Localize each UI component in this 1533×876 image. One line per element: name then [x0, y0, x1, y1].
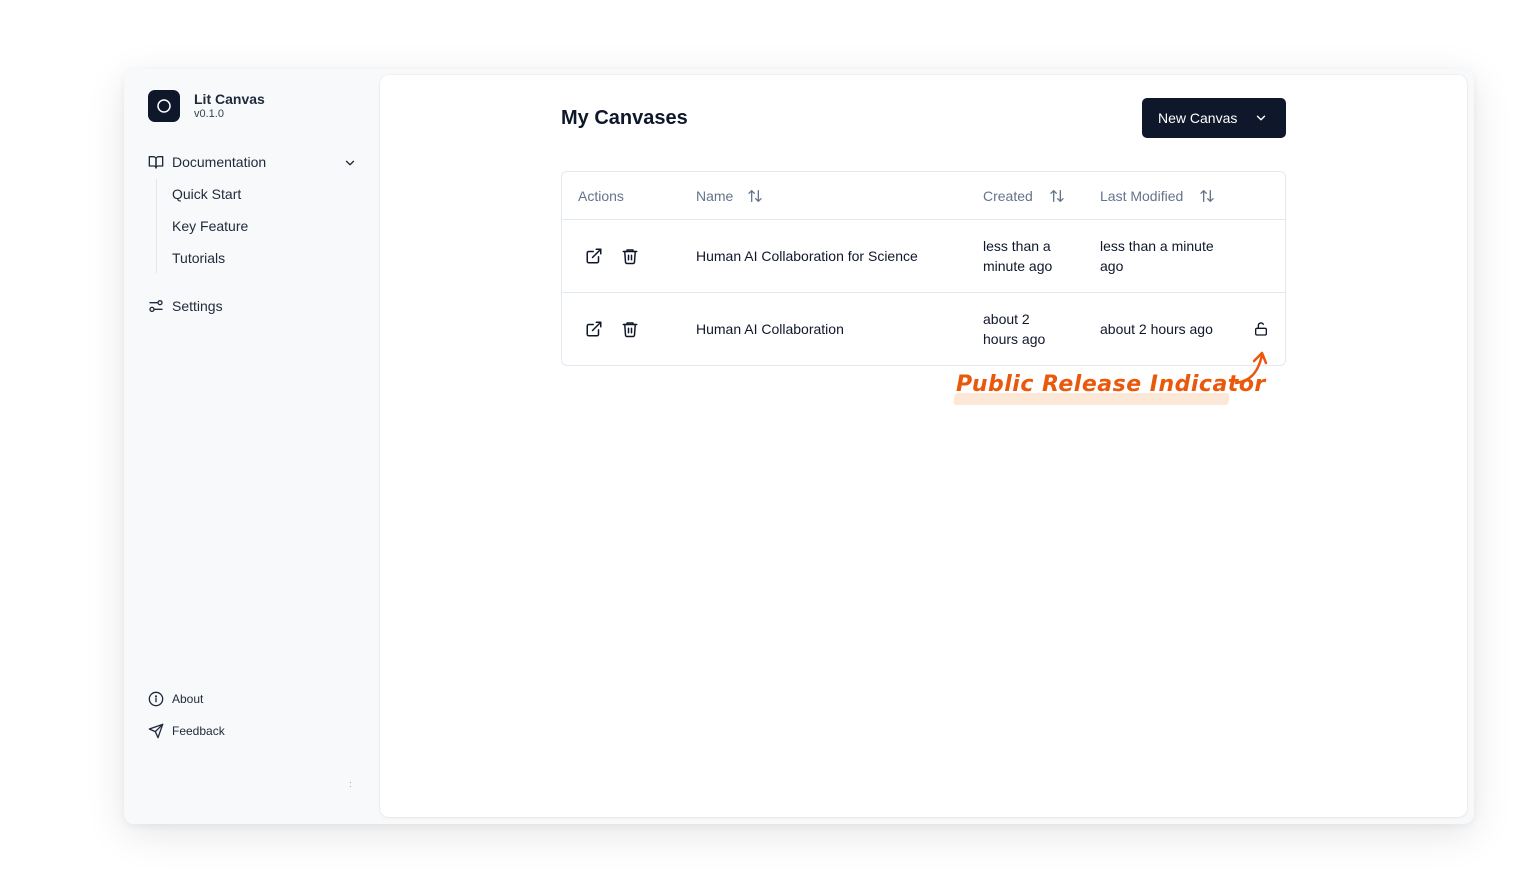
book-open-icon [148, 154, 164, 170]
chevron-down-icon [1254, 111, 1268, 125]
nav-settings-label: Settings [172, 298, 223, 314]
canvas-name[interactable]: Human AI Collaboration for Science [696, 248, 918, 264]
trash-icon[interactable] [621, 320, 639, 338]
brand[interactable]: Lit Canvas v0.1.0 [148, 90, 265, 122]
table-header: Actions Name Created Last Modified [562, 172, 1285, 220]
chevron-down-icon[interactable] [343, 156, 357, 170]
column-last-modified-label: Last Modified [1100, 188, 1184, 204]
column-actions-label: Actions [578, 188, 624, 204]
sliders-icon [148, 298, 164, 314]
main-panel: My Canvases New Canvas Actions Name Crea… [380, 75, 1467, 817]
created-text-line: hours ago [983, 331, 1046, 347]
sidebar-resize-handle[interactable]: .. [349, 776, 353, 790]
column-last-modified[interactable]: Last Modified [1100, 188, 1215, 204]
trash-icon[interactable] [621, 247, 639, 265]
nav-feedback[interactable]: Feedback [148, 723, 225, 739]
created-text-line: about 2 [983, 311, 1030, 327]
column-created[interactable]: Created [983, 188, 1065, 204]
sort-icon[interactable] [747, 188, 763, 204]
brand-version: v0.1.0 [194, 108, 224, 120]
new-canvas-button[interactable]: New Canvas [1142, 98, 1286, 138]
nav-settings[interactable]: Settings [148, 298, 223, 314]
modified-text-line: less than a minute [1100, 238, 1214, 254]
sort-icon[interactable] [1199, 188, 1215, 204]
open-external-icon[interactable] [585, 247, 603, 265]
created-text-line: less than a [983, 238, 1051, 254]
sort-icon[interactable] [1049, 188, 1065, 204]
modified-cell: less than a minute ago [1100, 236, 1214, 276]
canvas-table: Actions Name Created Last Modified Human… [561, 171, 1286, 366]
table-row[interactable]: Human AI Collaboration for Science less … [562, 220, 1285, 293]
new-canvas-label: New Canvas [1158, 110, 1238, 126]
column-actions: Actions [578, 188, 624, 204]
annotation-label: Public Release Indicator [956, 372, 1266, 397]
modified-cell: about 2 hours ago [1100, 319, 1213, 339]
column-name-label: Name [696, 188, 734, 204]
info-icon [148, 691, 164, 707]
nav-documentation[interactable]: Documentation [148, 154, 266, 170]
modified-text-line: about 2 hours ago [1100, 321, 1213, 337]
unlock-icon[interactable] [1253, 321, 1269, 337]
brand-name: Lit Canvas [194, 91, 265, 107]
nav-item-quick-start[interactable]: Quick Start [172, 186, 241, 202]
table-row[interactable]: Human AI Collaboration about 2 hours ago… [562, 293, 1285, 365]
nav-item-key-feature[interactable]: Key Feature [172, 218, 248, 234]
created-cell: about 2 hours ago [983, 309, 1045, 349]
open-external-icon[interactable] [585, 320, 603, 338]
send-icon [148, 723, 164, 739]
subnav-divider [156, 179, 157, 273]
nav-documentation-label: Documentation [172, 154, 267, 170]
nav-feedback-label: Feedback [172, 724, 225, 738]
nav-about[interactable]: About [148, 691, 203, 707]
page-title: My Canvases [561, 107, 688, 129]
nav-item-tutorials[interactable]: Tutorials [172, 250, 225, 266]
circle-logo-icon [148, 90, 180, 122]
nav-about-label: About [172, 692, 204, 706]
column-name[interactable]: Name [696, 188, 763, 204]
column-created-label: Created [983, 188, 1033, 204]
sidebar: Lit Canvas v0.1.0 Documentation Quick St… [124, 69, 380, 824]
created-text-line: minute ago [983, 258, 1053, 274]
canvas-name[interactable]: Human AI Collaboration [696, 321, 844, 337]
created-cell: less than a minute ago [983, 236, 1052, 276]
modified-text-line: ago [1100, 258, 1124, 274]
annotation-arrow-icon [1234, 351, 1268, 385]
app-window: Lit Canvas v0.1.0 Documentation Quick St… [124, 69, 1474, 824]
